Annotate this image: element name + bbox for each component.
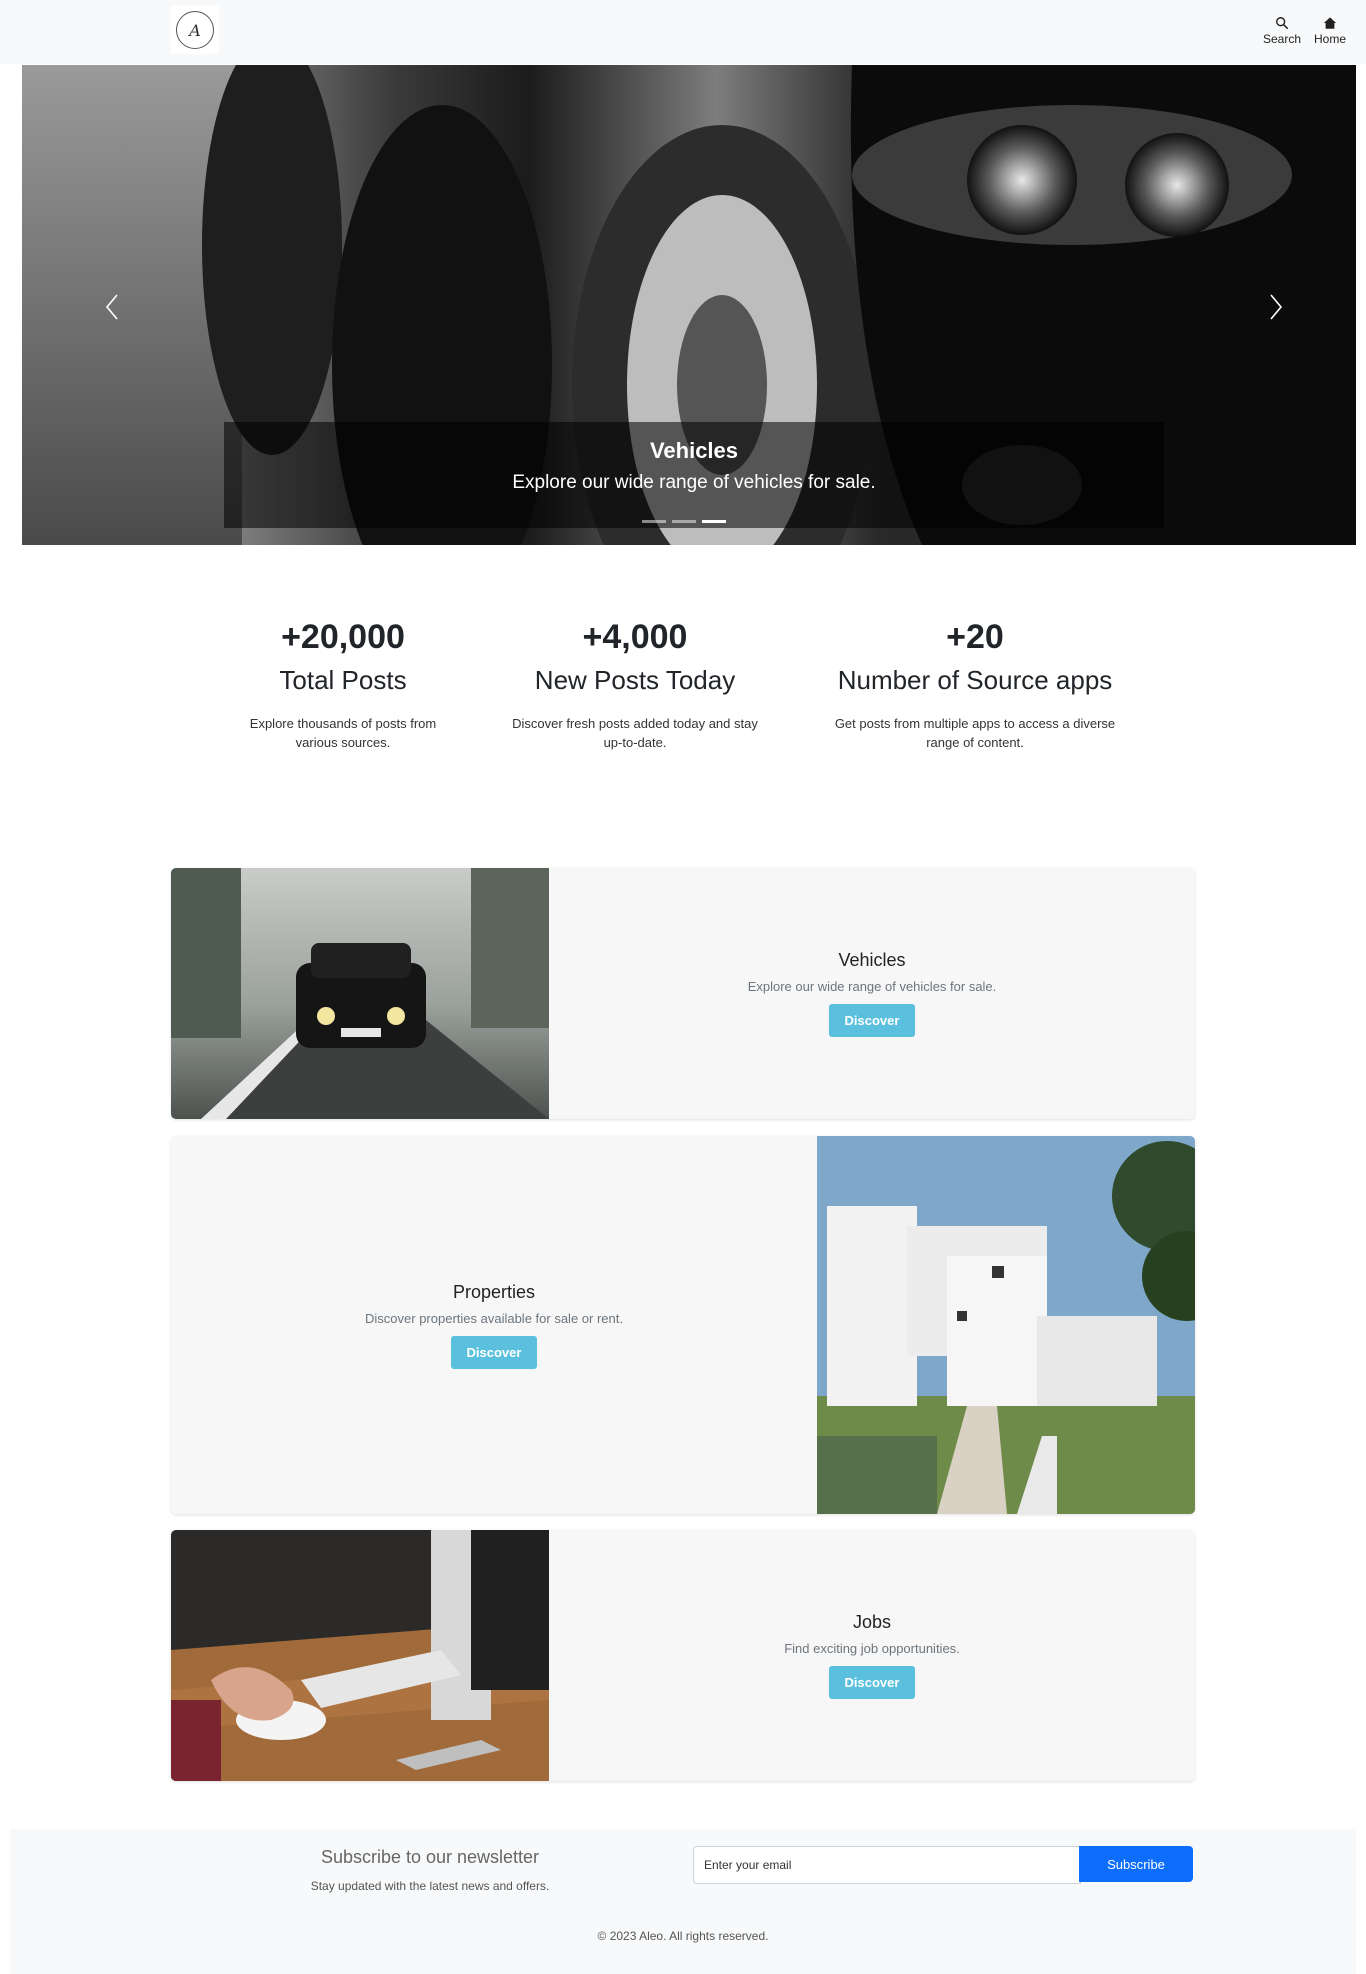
vehicles-image [171, 868, 549, 1119]
nav-search-link[interactable]: Search [1263, 16, 1301, 46]
carousel-indicators [642, 520, 726, 523]
stat-description: Discover fresh posts added today and sta… [512, 716, 758, 750]
discover-vehicles-button[interactable]: Discover [828, 1004, 916, 1037]
home-icon [1323, 17, 1337, 29]
carousel-caption-title: Vehicles [649, 438, 739, 463]
stat-label: Number of Source apps [837, 665, 1113, 695]
stat-new-posts-today: +4,000 New Posts Today Discover fresh po… [505, 618, 765, 752]
newsletter-email-input[interactable] [693, 1846, 1081, 1884]
card-text: Discover properties available for sale o… [365, 1310, 623, 1326]
category-card-vehicles: Vehicles Explore our wide range of vehic… [171, 868, 1195, 1119]
stat-description: Explore thousands of posts from various … [249, 716, 437, 750]
carousel-caption: Vehicles Explore our wide range of vehic… [224, 422, 1164, 528]
stat-value: +4,000 [582, 618, 688, 656]
carousel-prev-button[interactable] [92, 285, 132, 329]
stat-value: +20 [946, 618, 1004, 656]
card-title: Properties [452, 1281, 536, 1302]
search-icon [1276, 17, 1289, 30]
desk-image [171, 1530, 549, 1781]
navbar: A Search Home [0, 0, 1366, 64]
discover-jobs-button[interactable]: Discover [828, 1666, 916, 1699]
carousel-indicator-2[interactable] [672, 520, 696, 523]
stat-total-posts: +20,000 Total Posts Explore thousands of… [230, 618, 456, 752]
stat-value: +20,000 [281, 618, 405, 656]
carousel-indicator-3[interactable] [702, 520, 726, 523]
category-card-jobs: Jobs Find exciting job opportunities. Di… [171, 1530, 1195, 1781]
subscribe-button[interactable]: Subscribe [1079, 1846, 1193, 1882]
stat-source-apps: +20 Number of Source apps Get posts from… [822, 618, 1128, 752]
card-text: Explore our wide range of vehicles for s… [747, 979, 997, 994]
nav-home-label: Home [1314, 32, 1347, 46]
card-title: Jobs [852, 1612, 892, 1632]
chevron-right-icon [1270, 294, 1283, 320]
discover-properties-button[interactable]: Discover [450, 1335, 538, 1369]
newsletter-text: Stay updated with the latest news and of… [310, 1879, 550, 1893]
nav-search-label: Search [1263, 32, 1302, 46]
stat-label: New Posts Today [534, 665, 736, 695]
category-card-properties: Properties Discover properties available… [171, 1136, 1195, 1514]
properties-card-body: Properties Discover properties available… [171, 1136, 817, 1514]
jobs-image [171, 1530, 549, 1781]
hero-carousel: Vehicles Explore our wide range of vehic… [22, 65, 1356, 545]
logo[interactable]: A [171, 6, 219, 54]
card-text: Find exciting job opportunities. [784, 1641, 960, 1656]
chevron-left-icon [105, 294, 118, 320]
vehicles-card-body: Vehicles Explore our wide range of vehic… [549, 868, 1195, 1119]
jobs-card-body: Jobs Find exciting job opportunities. Di… [549, 1530, 1195, 1781]
newsletter-title: Subscribe to our newsletter [320, 1847, 540, 1867]
stat-label: Total Posts [279, 665, 407, 695]
card-title: Vehicles [838, 950, 906, 970]
carousel-indicator-1[interactable] [642, 520, 666, 523]
properties-image [817, 1136, 1195, 1514]
suv-image [171, 868, 549, 1119]
logo-mark: A [176, 11, 214, 49]
carousel-caption-text: Explore our wide range of vehicles for s… [512, 472, 876, 493]
house-image [817, 1136, 1195, 1514]
footer: Subscribe to our newsletter Stay updated… [10, 1829, 1356, 1974]
carousel-next-button[interactable] [1256, 285, 1296, 329]
copyright-text: © 2023 Aleo. All rights reserved. [597, 1929, 769, 1943]
nav-home-link[interactable]: Home [1314, 16, 1346, 46]
stat-description: Get posts from multiple apps to access a… [834, 716, 1116, 750]
